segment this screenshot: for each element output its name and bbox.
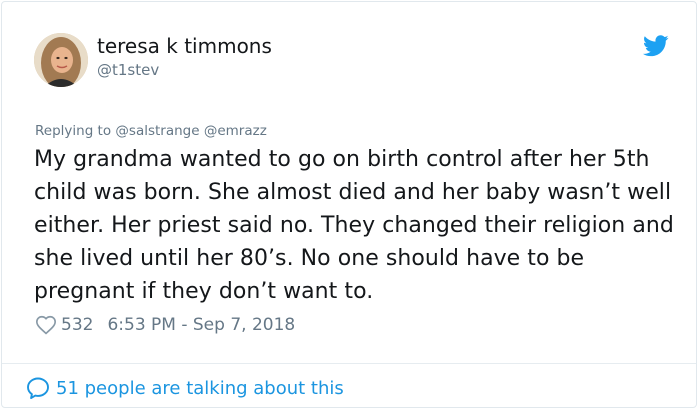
mention-link[interactable]: @salstrange [115, 123, 199, 139]
replying-to: Replying to @salstrange @emrazz [35, 122, 267, 140]
talking-text[interactable]: 51 people are talking about this [56, 378, 344, 399]
tweet-meta: 532 6:53 PM - Sep 7, 2018 [35, 313, 295, 337]
tweet-card: teresa k timmons @t1stev Replying to @sa… [1, 1, 697, 408]
avatar-photo [34, 33, 88, 87]
like-count[interactable]: 532 [61, 315, 93, 335]
handle[interactable]: @t1stev [97, 61, 159, 79]
conversation-link[interactable]: 51 people are talking about this [26, 375, 344, 401]
timestamp[interactable]: 6:53 PM - Sep 7, 2018 [107, 315, 295, 335]
replying-prefix: Replying to [35, 123, 112, 139]
mention-link[interactable]: @emrazz [204, 123, 267, 139]
divider [2, 363, 696, 364]
twitter-bird-icon[interactable] [643, 35, 669, 57]
speech-bubble-icon [27, 377, 49, 400]
tweet-text: My grandma wanted to go on birth control… [34, 147, 674, 304]
heart-icon[interactable] [35, 314, 57, 336]
display-name[interactable]: teresa k timmons [97, 34, 272, 58]
avatar[interactable] [34, 33, 88, 87]
